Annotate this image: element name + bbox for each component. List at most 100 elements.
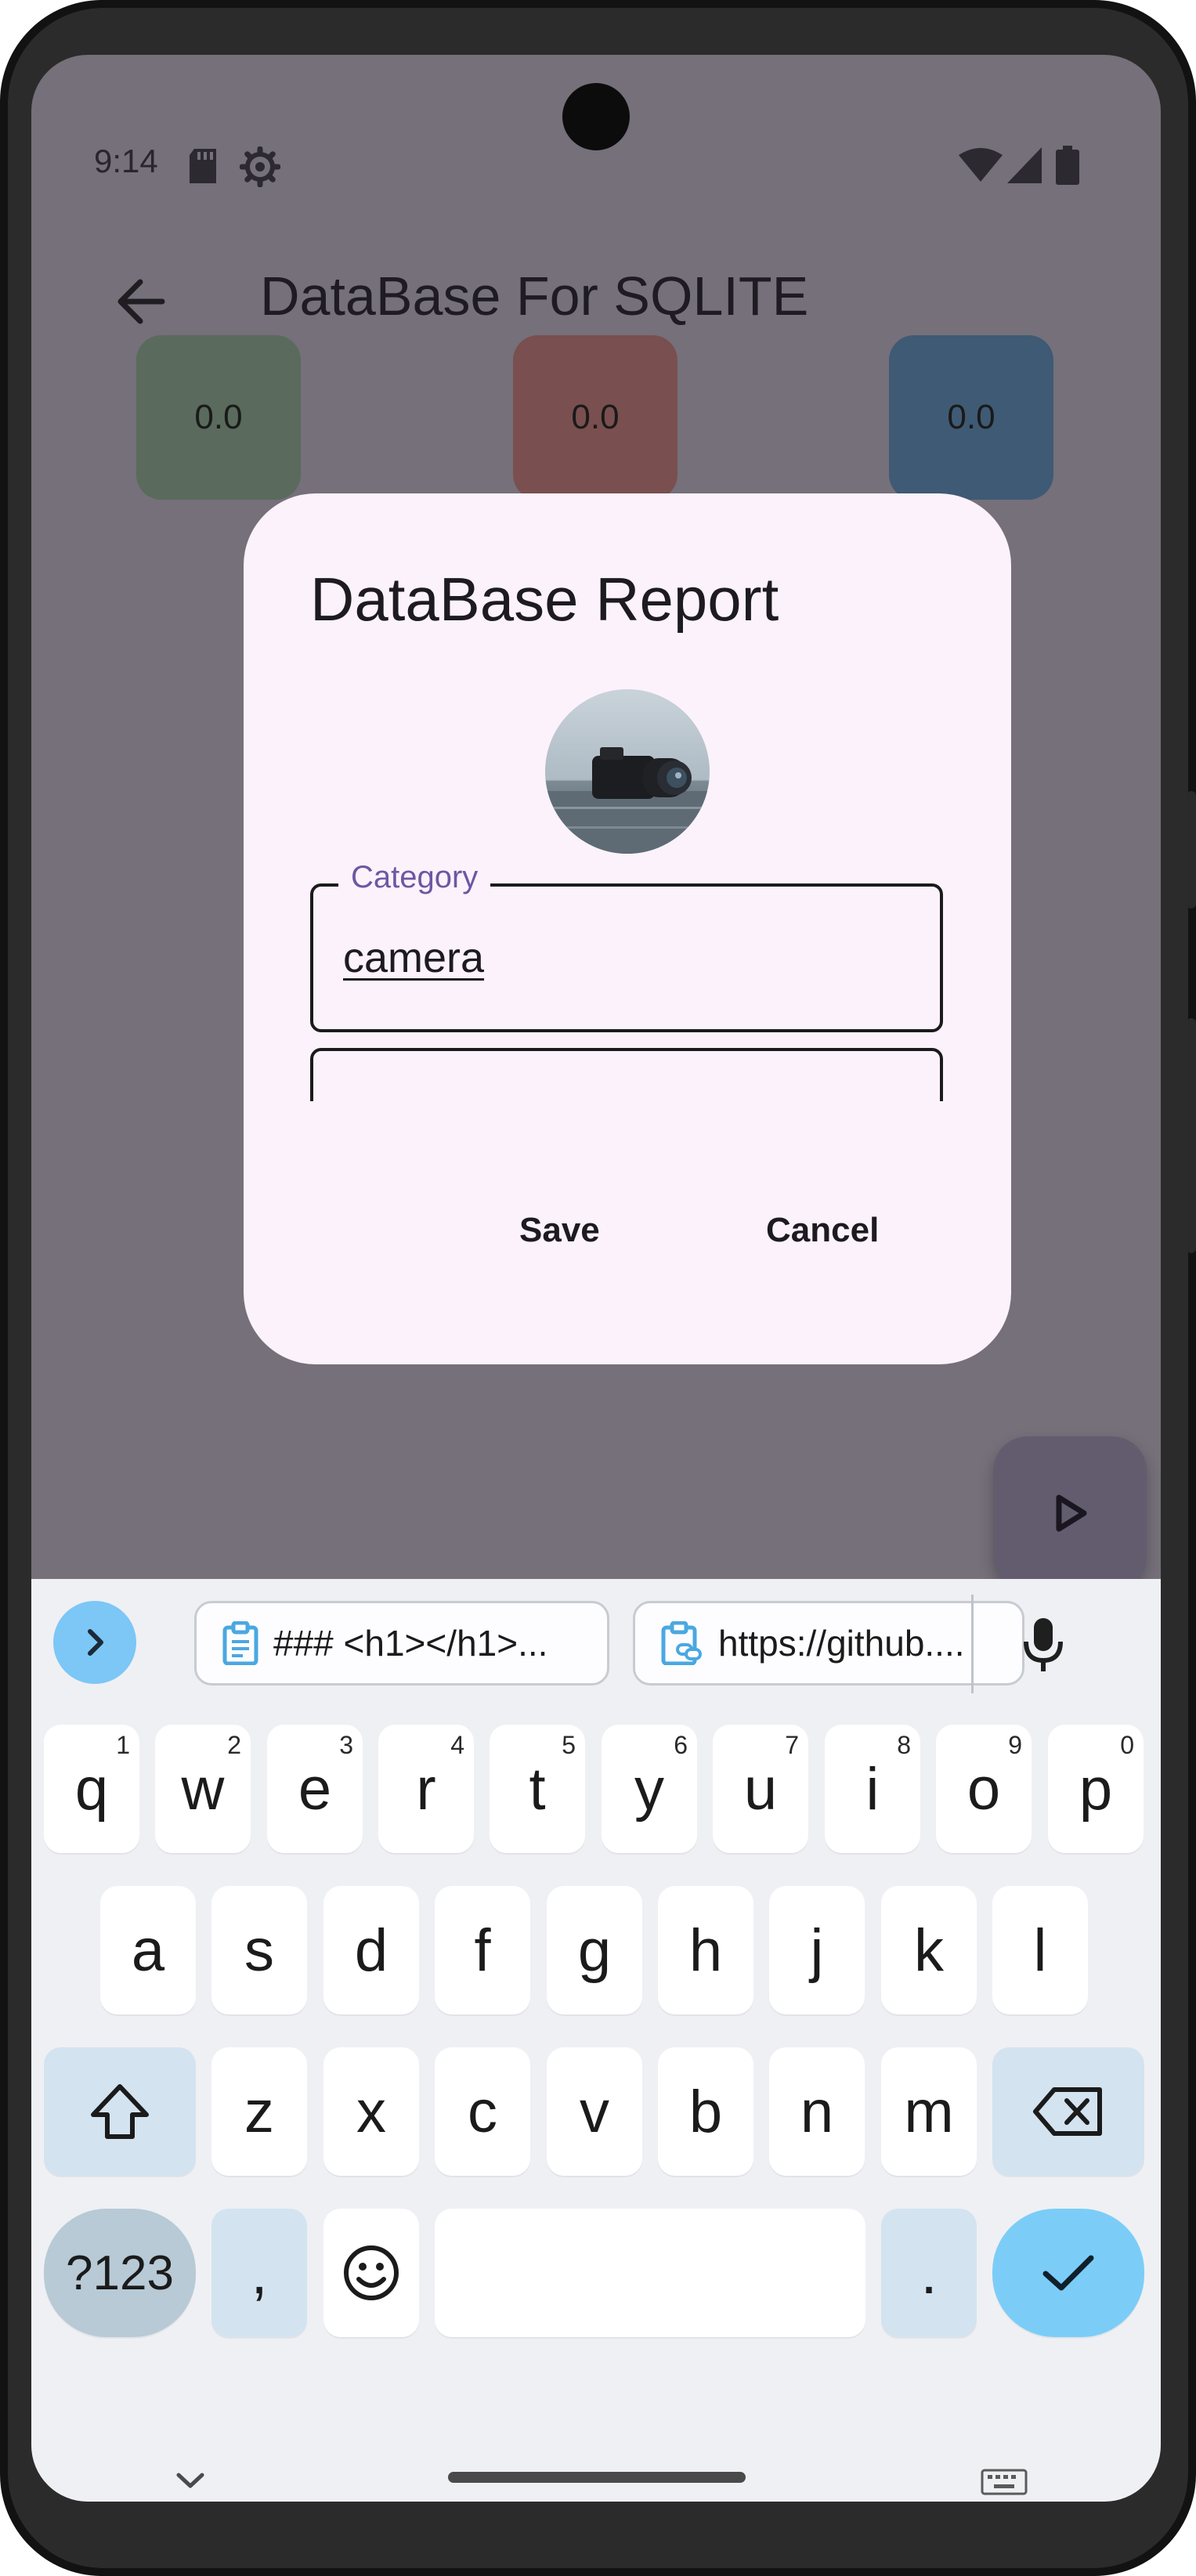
volume-button: [1187, 1018, 1196, 1253]
screen: 9:14 DataBase For SQLITE 0.0 0.0 0.0 Dat…: [31, 55, 1161, 2502]
key-y[interactable]: y6: [602, 1725, 697, 1853]
summary-tile-1: 0.0: [136, 335, 301, 500]
key-c[interactable]: c: [435, 2047, 530, 2176]
keyboard: ### <h1></h1>... https://github.... q1 w…: [31, 1579, 1161, 2502]
space-key[interactable]: [435, 2209, 865, 2337]
summary-tile-3: 0.0: [889, 335, 1053, 500]
key-w[interactable]: w2: [155, 1725, 251, 1853]
key-a[interactable]: a: [100, 1886, 196, 2014]
status-time: 9:14: [94, 143, 158, 179]
summary-tile-2: 0.0: [513, 335, 677, 500]
backspace-key[interactable]: [992, 2047, 1144, 2176]
category-input[interactable]: camera: [343, 934, 484, 982]
tile-value: 0.0: [571, 398, 620, 436]
clipboard-chip-1[interactable]: ### <h1></h1>...: [194, 1601, 609, 1685]
camera-photo[interactable]: [545, 689, 710, 854]
key-g[interactable]: g: [547, 1886, 642, 2014]
key-i[interactable]: i8: [825, 1725, 920, 1853]
enter-key[interactable]: [992, 2209, 1144, 2337]
key-hint: 0: [1120, 1731, 1134, 1759]
mic-icon: [1024, 1618, 1063, 1671]
arrow-back-icon[interactable]: [114, 274, 168, 329]
key-p[interactable]: p0: [1048, 1725, 1144, 1853]
clipboard-chip-text: https://github....: [718, 1623, 965, 1664]
category-label: Category: [338, 860, 491, 895]
key-s[interactable]: s: [211, 1886, 307, 2014]
sd-card-icon: [190, 149, 216, 183]
power-button: [1187, 791, 1196, 909]
voice-input-button[interactable]: [1008, 1607, 1079, 1682]
camera-cutout: [562, 83, 630, 150]
clipboard-chip-2[interactable]: https://github....: [633, 1601, 1024, 1685]
camera-photo-image: [545, 689, 710, 854]
key-q[interactable]: q1: [44, 1725, 139, 1853]
toolbar-divider: [971, 1595, 974, 1693]
key-z[interactable]: z: [211, 2047, 307, 2176]
key-hint: 6: [674, 1731, 688, 1759]
key-k[interactable]: k: [881, 1886, 977, 2014]
comma-key[interactable]: ,: [211, 2209, 307, 2337]
second-field[interactable]: [310, 1048, 943, 1101]
period-key[interactable]: .: [881, 2209, 977, 2337]
shift-icon: [91, 2084, 149, 2139]
signal-icon: [1007, 147, 1042, 183]
key-label: p: [1079, 1755, 1113, 1823]
key-label: o: [967, 1755, 1001, 1823]
clipboard-icon: [222, 1621, 258, 1665]
second-field-clip: [310, 1048, 943, 1101]
report-dialog: DataBase Report Category camera Save Can…: [244, 493, 1011, 1364]
key-hint: 5: [562, 1731, 576, 1759]
key-hint: 7: [785, 1731, 799, 1759]
key-hint: 1: [116, 1731, 130, 1759]
key-label: t: [529, 1755, 546, 1823]
symbols-key[interactable]: ?123: [44, 2209, 196, 2337]
chevron-down-icon[interactable]: [172, 2469, 208, 2492]
key-hint: 4: [450, 1731, 464, 1759]
key-n[interactable]: n: [769, 2047, 865, 2176]
play-arrow-icon: [1056, 1494, 1087, 1532]
tile-value: 0.0: [947, 398, 995, 436]
key-x[interactable]: x: [323, 2047, 419, 2176]
key-j[interactable]: j: [769, 1886, 865, 2014]
chevron-right-icon: [88, 1629, 103, 1656]
key-hint: 3: [339, 1731, 353, 1759]
settings-gear-icon: [240, 146, 280, 187]
key-hint: 2: [227, 1731, 241, 1759]
key-label: u: [743, 1755, 778, 1823]
key-h[interactable]: h: [658, 1886, 753, 2014]
shift-key[interactable]: [44, 2047, 196, 2176]
tile-value: 0.0: [194, 398, 243, 436]
keyboard-icon[interactable]: [981, 2469, 1028, 2495]
key-label: q: [74, 1755, 109, 1823]
key-b[interactable]: b: [658, 2047, 753, 2176]
key-t[interactable]: t5: [490, 1725, 585, 1853]
battery-icon: [1056, 146, 1079, 185]
backspace-icon: [1033, 2087, 1102, 2136]
toolbar-expand-button[interactable]: [53, 1601, 136, 1684]
key-v[interactable]: v: [547, 2047, 642, 2176]
key-m[interactable]: m: [881, 2047, 977, 2176]
clipboard-link-icon: [661, 1621, 702, 1665]
wifi-icon: [959, 148, 1003, 182]
key-hint: 8: [897, 1731, 911, 1759]
cancel-button[interactable]: Cancel: [766, 1211, 879, 1250]
app-title: DataBase For SQLITE: [260, 266, 809, 327]
key-u[interactable]: u7: [713, 1725, 808, 1853]
key-r[interactable]: r4: [378, 1725, 474, 1853]
key-label: y: [634, 1755, 664, 1823]
key-f[interactable]: f: [435, 1886, 530, 2014]
key-l[interactable]: l: [992, 1886, 1088, 2014]
key-d[interactable]: d: [323, 1886, 419, 2014]
key-label: i: [865, 1755, 880, 1823]
check-icon: [1042, 2255, 1094, 2291]
category-field[interactable]: Category camera: [310, 860, 943, 1032]
save-button[interactable]: Save: [519, 1211, 600, 1250]
key-label: e: [298, 1755, 332, 1823]
key-label: w: [181, 1755, 225, 1823]
key-e[interactable]: e3: [267, 1725, 363, 1853]
emoji-key[interactable]: [323, 2209, 419, 2337]
key-label: r: [416, 1755, 436, 1823]
play-fab[interactable]: [993, 1436, 1147, 1590]
gesture-nav-pill[interactable]: [448, 2472, 746, 2483]
key-o[interactable]: o9: [936, 1725, 1032, 1853]
